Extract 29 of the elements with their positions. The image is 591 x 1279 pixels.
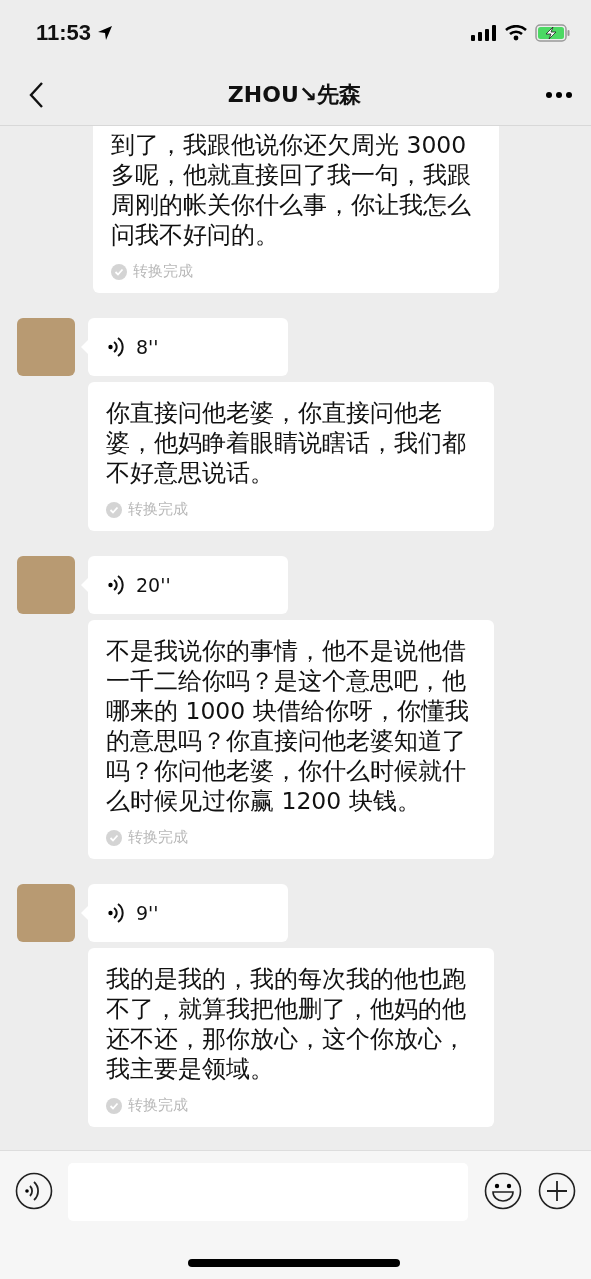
- wifi-icon: [505, 24, 527, 41]
- location-arrow-icon: [97, 24, 114, 41]
- signal-icon: [471, 24, 497, 41]
- voice-wave-icon: [108, 902, 124, 924]
- transcript-text: 到了，我跟他说你还欠周光 3000 多呢，他就直接回了我一句，我跟周刚的帐关你什么事，你让我怎么问我不好问的。: [111, 130, 472, 250]
- voice-message-bubble[interactable]: 20'': [88, 556, 288, 614]
- back-icon[interactable]: [28, 81, 44, 109]
- voice-message-bubble[interactable]: 8'': [88, 318, 288, 376]
- voice-wave-icon: [108, 336, 124, 358]
- check-circle-icon: [111, 263, 127, 280]
- check-circle-icon: [106, 501, 122, 518]
- voice-wave-icon: [108, 574, 124, 596]
- conversion-status: 转换完成: [128, 828, 188, 847]
- transcript-text: 你直接问他老婆，你直接问他老婆，他妈睁着眼睛说瞎话，我们都不好意思说话。: [106, 398, 467, 488]
- status-time: 11:53: [36, 19, 92, 46]
- transcript-text: 不是我说你的事情，他不是说他借一千二给你吗？是这个意思吧，他哪来的 1000 块借给你呀，你懂我的意思吗？你直接问他老婆知道了吗？你问他老婆，你什么时候就什么时候见过你赢 1200 块钱。: [106, 636, 470, 816]
- check-circle-icon: [106, 829, 122, 846]
- more-icon[interactable]: [545, 91, 573, 99]
- chat-title: ZHOU↘先森: [227, 81, 362, 109]
- transcript-text: 我的是我的，我的每次我的他也跑不了，就算我把他删了，他妈的他还不还，那你放心，这个你放心，我主要是领域。: [106, 964, 467, 1084]
- conversion-status: 转换完成: [128, 500, 188, 519]
- conversion-status: 转换完成: [133, 262, 193, 281]
- voice-message-bubble[interactable]: 9'': [88, 884, 288, 942]
- emoji-icon[interactable]: [484, 1172, 522, 1210]
- plus-icon[interactable]: [538, 1172, 576, 1210]
- conversion-status: 转换完成: [128, 1096, 188, 1115]
- check-circle-icon: [106, 1097, 122, 1114]
- battery-charging-icon: [535, 23, 571, 42]
- voice-input-icon[interactable]: [15, 1172, 53, 1210]
